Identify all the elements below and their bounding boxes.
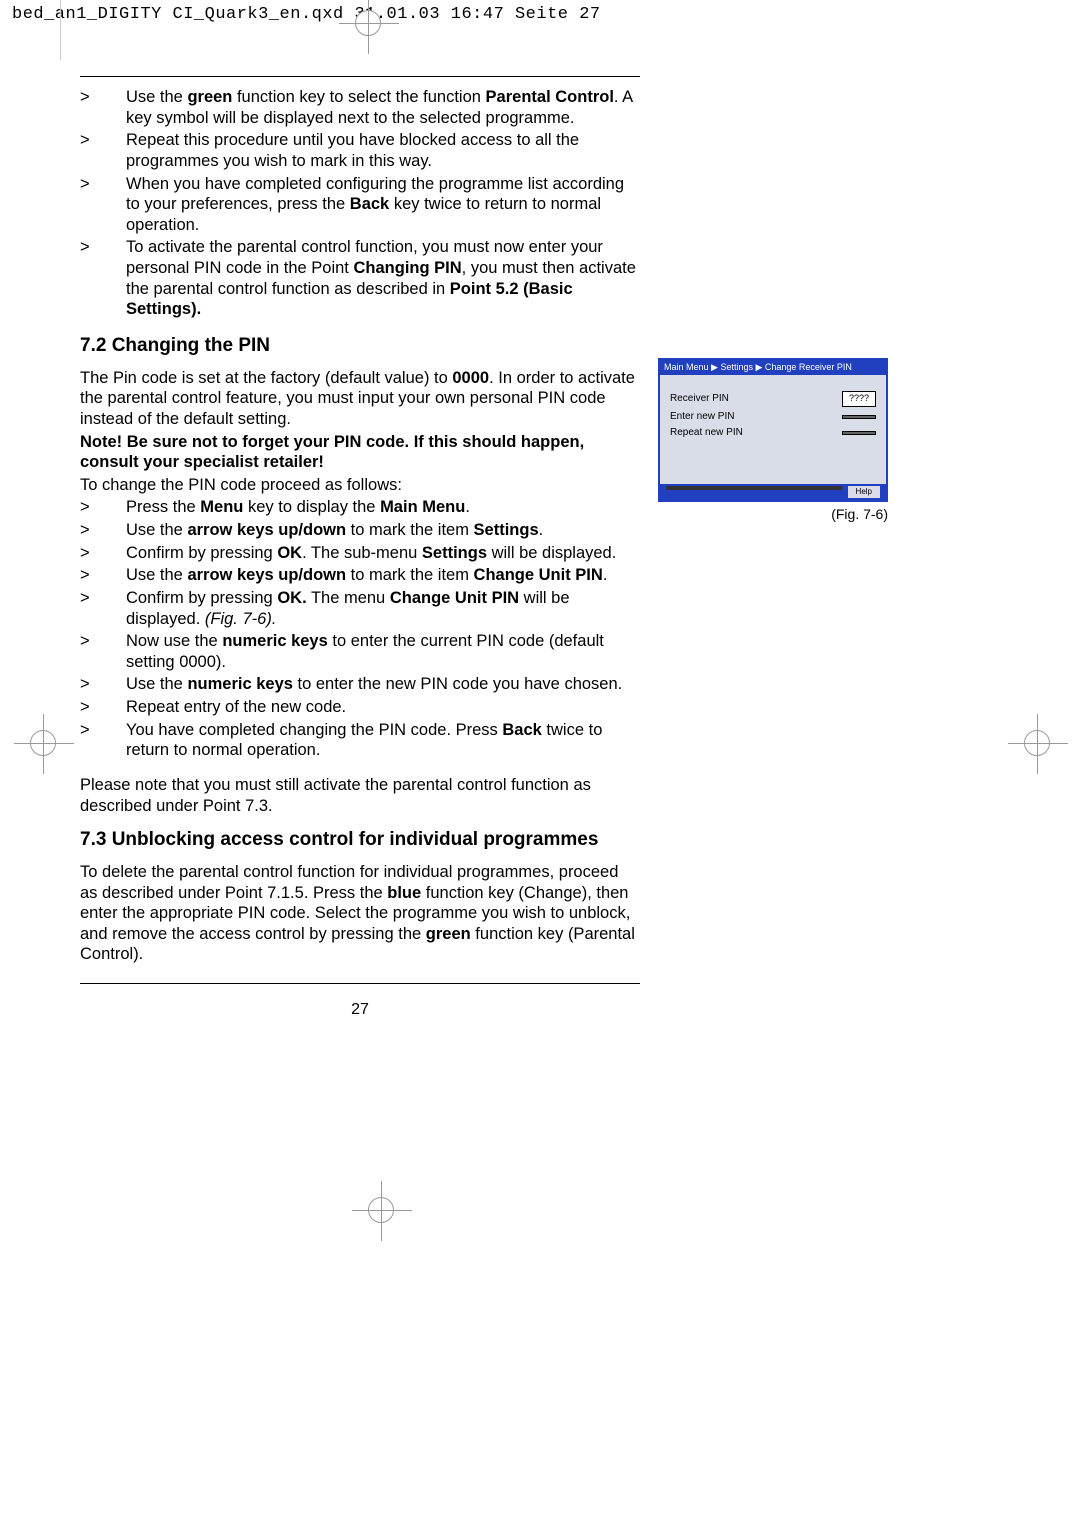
list-item: >Repeat entry of the new code. — [80, 697, 640, 718]
figure-row-value: ???? — [842, 391, 876, 406]
bullet-marker: > — [80, 543, 126, 564]
list-item: >Use the numeric keys to enter the new P… — [80, 674, 640, 695]
bullet-text: You have completed changing the PIN code… — [126, 720, 640, 761]
crop-mark-icon — [1024, 730, 1050, 756]
list-item: >To activate the parental control functi… — [80, 237, 640, 320]
section-7-2-heading: 7.2 Changing the PIN — [80, 334, 640, 358]
list-item: >You have completed changing the PIN cod… — [80, 720, 640, 761]
figure-row-label: Receiver PIN — [670, 393, 729, 406]
list-item: >Repeat this procedure until you have bl… — [80, 130, 640, 171]
figure-body: Receiver PIN???? Enter new PIN Repeat new … — [660, 375, 886, 483]
bullet-text: Use the green function key to select the… — [126, 87, 640, 128]
sec72-para1: The Pin code is set at the factory (defa… — [80, 368, 640, 430]
bullet-marker: > — [80, 631, 126, 672]
figure-caption: (Fig. 7-6) — [658, 506, 888, 524]
page-number: 27 — [80, 1000, 640, 1020]
page-content: >Use the green function key to select th… — [80, 76, 1000, 1020]
bullet-text: Use the arrow keys up/down to mark the i… — [126, 520, 640, 541]
figure-bar-icon — [666, 486, 842, 490]
figure-bottom-bar: Help — [660, 484, 886, 500]
bullet-text: Use the arrow keys up/down to mark the i… — [126, 565, 640, 586]
bullet-text: Repeat this procedure until you have blo… — [126, 130, 640, 171]
bullet-text: Use the numeric keys to enter the new PI… — [126, 674, 640, 695]
list-item: >Press the Menu key to display the Main … — [80, 497, 640, 518]
figure-row: Repeat new PIN — [670, 427, 876, 440]
bullet-marker: > — [80, 520, 126, 541]
crop-mark-icon — [368, 1197, 394, 1223]
crop-mark-icon — [30, 730, 56, 756]
bullet-marker: > — [80, 565, 126, 586]
crop-mark-icon — [355, 10, 381, 36]
figure-breadcrumb: Main Menu ▶ Settings ▶ Change Receiver P… — [660, 360, 886, 375]
bullet-marker: > — [80, 130, 126, 171]
sec72-bullet-list: >Press the Menu key to display the Main … — [80, 497, 640, 761]
figure-row-label: Enter new PIN — [670, 411, 734, 424]
sec73-para: To delete the parental control function … — [80, 862, 640, 965]
figure-row-value — [842, 415, 876, 419]
print-header: bed_an1_DIGITY CI_Quark3_en.qxd 31.01.03… — [0, 0, 1080, 29]
list-item: >Now use the numeric keys to enter the c… — [80, 631, 640, 672]
figure-row: Receiver PIN???? — [670, 391, 876, 406]
bullet-marker: > — [80, 237, 126, 320]
bullet-marker: > — [80, 87, 126, 128]
figure-help-label: Help — [848, 486, 880, 498]
intro-bullet-list: >Use the green function key to select th… — [80, 87, 640, 320]
bullet-marker: > — [80, 674, 126, 695]
figure-row-label: Repeat new PIN — [670, 427, 743, 440]
figure-7-6: Main Menu ▶ Settings ▶ Change Receiver P… — [658, 358, 888, 502]
bullet-marker: > — [80, 697, 126, 718]
bullet-text: Repeat entry of the new code. — [126, 697, 640, 718]
list-item: >When you have completed configuring the… — [80, 174, 640, 236]
section-7-3-heading: 7.3 Unblocking access control for indivi… — [80, 828, 640, 852]
bullet-text: Confirm by pressing OK. The sub-menu Set… — [126, 543, 640, 564]
list-item: >Use the arrow keys up/down to mark the … — [80, 520, 640, 541]
side-column: Main Menu ▶ Settings ▶ Change Receiver P… — [658, 76, 978, 1020]
figure-row-value — [842, 431, 876, 435]
list-item: >Use the arrow keys up/down to mark the … — [80, 565, 640, 586]
sec72-note: Note! Be sure not to forget your PIN cod… — [80, 432, 640, 473]
list-item: >Confirm by pressing OK. The sub-menu Se… — [80, 543, 640, 564]
figure-row: Enter new PIN — [670, 411, 876, 424]
bullet-text: When you have completed configuring the … — [126, 174, 640, 236]
sec72-para2: To change the PIN code proceed as follow… — [80, 475, 640, 496]
bullet-marker: > — [80, 720, 126, 761]
bullet-text: Press the Menu key to display the Main M… — [126, 497, 640, 518]
crop-vline — [60, 0, 61, 60]
bullet-text: Confirm by pressing OK. The menu Change … — [126, 588, 640, 629]
list-item: >Confirm by pressing OK. The menu Change… — [80, 588, 640, 629]
main-column: >Use the green function key to select th… — [80, 76, 640, 1020]
bullet-marker: > — [80, 497, 126, 518]
rule-top — [80, 76, 640, 77]
rule-bottom — [80, 983, 640, 984]
bullet-text: Now use the numeric keys to enter the cu… — [126, 631, 640, 672]
bullet-marker: > — [80, 588, 126, 629]
list-item: >Use the green function key to select th… — [80, 87, 640, 128]
bullet-text: To activate the parental control functio… — [126, 237, 640, 320]
sec72-para3: Please note that you must still activate… — [80, 775, 640, 816]
bullet-marker: > — [80, 174, 126, 236]
